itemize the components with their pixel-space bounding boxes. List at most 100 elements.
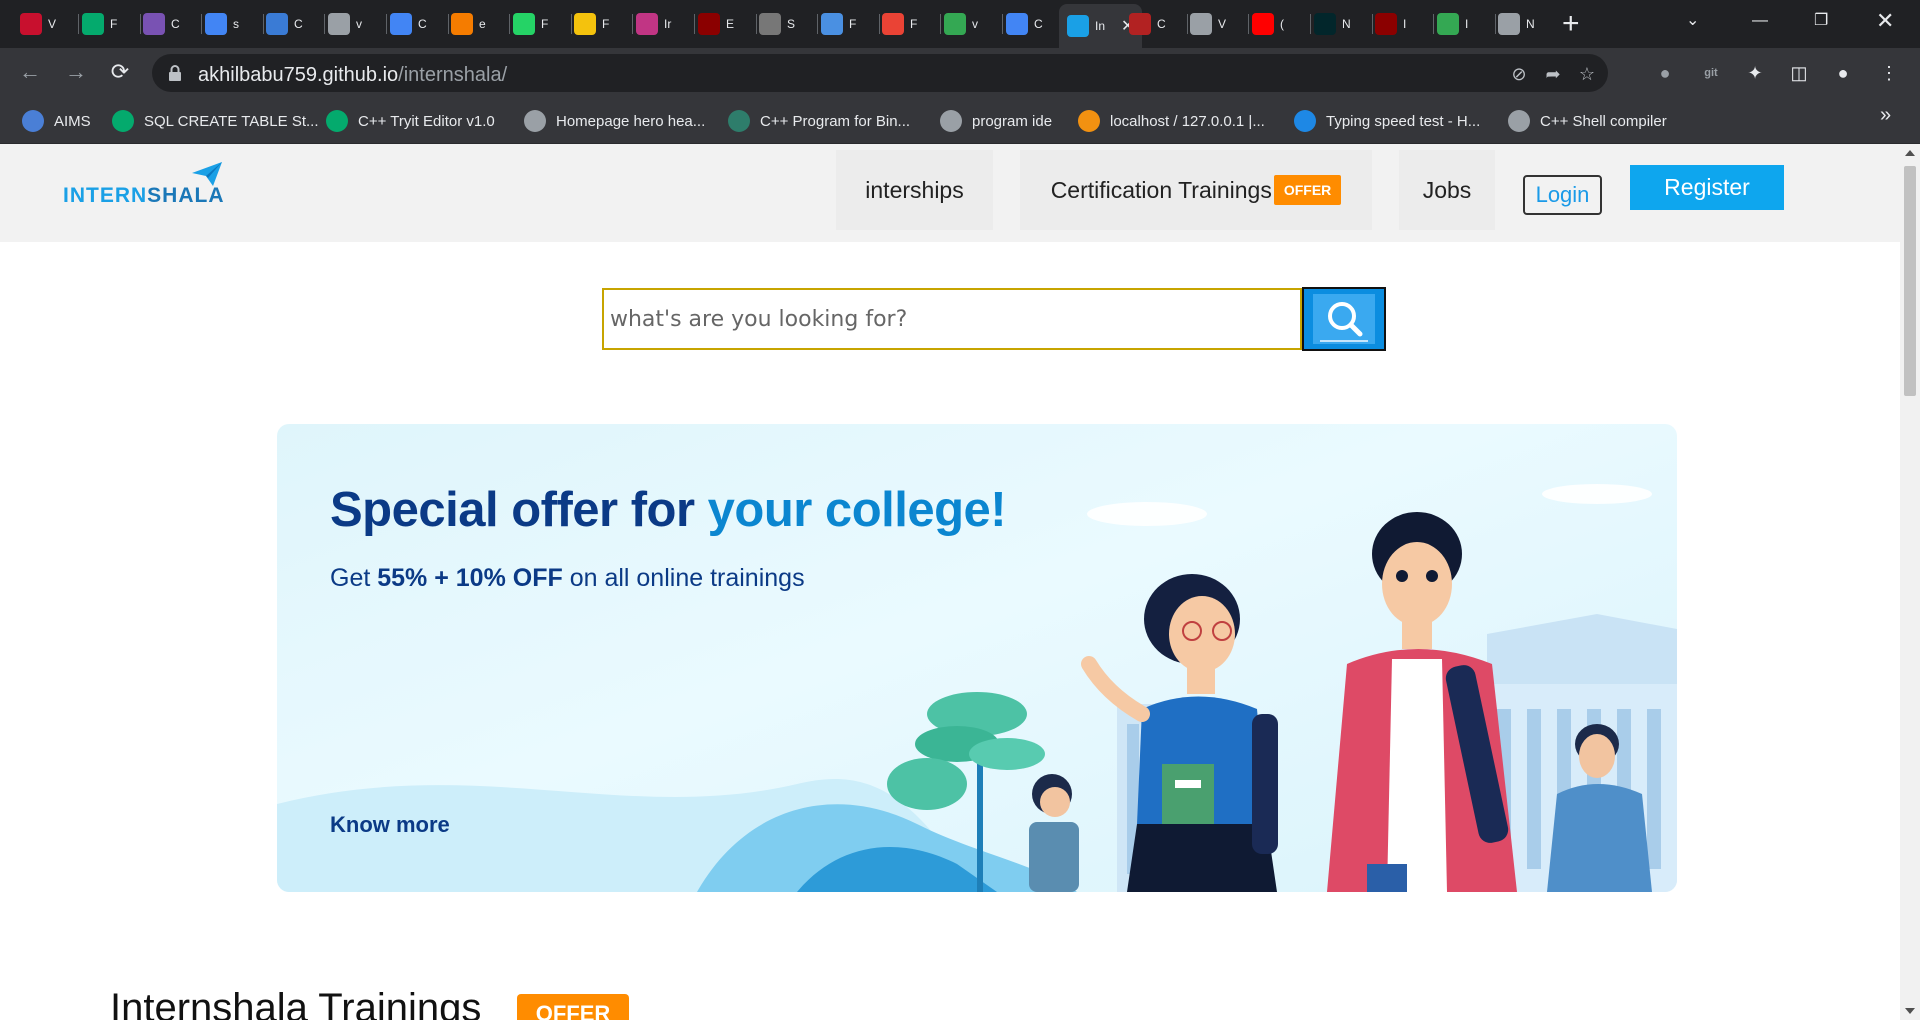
browser-tab[interactable]: F	[574, 8, 612, 40]
browser-tab[interactable]: F	[882, 8, 920, 40]
browser-tab[interactable]: C	[266, 8, 304, 40]
browser-tab[interactable]: S	[759, 8, 797, 40]
restore-window-button[interactable]: ❐	[1814, 6, 1828, 36]
browser-tab[interactable]: I	[1437, 8, 1475, 40]
google-icon	[205, 13, 227, 35]
browser-tab[interactable]: F	[821, 8, 859, 40]
globe-icon	[940, 110, 962, 132]
bookmark-item[interactable]: C++ Tryit Editor v1.0	[326, 108, 495, 134]
browser-tab[interactable]: C	[1129, 8, 1167, 40]
page-scrollbar[interactable]	[1900, 144, 1920, 1020]
browser-tab-title: Ir	[664, 17, 672, 31]
search-button[interactable]	[1302, 287, 1386, 351]
browser-tab[interactable]: N	[1314, 8, 1352, 40]
browser-tab[interactable]: F	[82, 8, 120, 40]
browser-tab-title: v	[972, 17, 978, 31]
forward-button[interactable]: →	[62, 58, 90, 86]
keyboard-icon	[1294, 110, 1316, 132]
offer-banner[interactable]: Special offer for your college! Get 55% …	[277, 424, 1677, 892]
browser-tab-title: C	[1034, 17, 1043, 31]
bookmark-item[interactable]: Homepage hero hea...	[524, 108, 705, 134]
browser-tab[interactable]: I	[1375, 8, 1413, 40]
share-icon[interactable]: ➦	[1542, 63, 1564, 85]
extension-icon[interactable]: ●	[1652, 60, 1678, 86]
browser-tab[interactable]: V	[1190, 8, 1228, 40]
bookmark-item[interactable]: Typing speed test - H...	[1294, 108, 1480, 134]
w3-icon	[82, 13, 104, 35]
address-bar[interactable]: akhilbabu759.github.io/internshala/ ⊘ ➦ …	[152, 54, 1608, 92]
bookmark-item[interactable]: localhost / 127.0.0.1 |...	[1078, 108, 1265, 134]
browser-tab[interactable]: s	[205, 8, 243, 40]
reload-button[interactable]: ⟳	[106, 58, 134, 86]
tab-separator	[1187, 14, 1188, 34]
side-panel-icon[interactable]: ◫	[1786, 60, 1812, 86]
infinity-icon	[266, 13, 288, 35]
lock-icon	[169, 65, 181, 81]
register-button[interactable]: Register	[1630, 165, 1784, 210]
puzzle-extensions-icon[interactable]: ✦	[1742, 60, 1768, 86]
login-button[interactable]: Login	[1523, 175, 1602, 215]
nav-jobs[interactable]: Jobs	[1399, 150, 1495, 230]
banner-sub-prefix: Get	[330, 564, 378, 592]
gitzip-extension-icon[interactable]: git	[1698, 60, 1724, 86]
back-button[interactable]: ←	[16, 58, 44, 86]
browser-tab[interactable]: E	[698, 8, 736, 40]
more-bookmarks-chevron-icon[interactable]: »	[1880, 104, 1891, 127]
close-window-button[interactable]: ✕	[1876, 6, 1894, 36]
scrollbar-thumb[interactable]	[1904, 166, 1916, 396]
tab-separator	[756, 14, 757, 34]
browser-tab[interactable]: v	[328, 8, 366, 40]
bookmark-item[interactable]: C++ Shell compiler	[1508, 108, 1667, 134]
eye-off-icon[interactable]: ⊘	[1508, 63, 1530, 85]
search-input[interactable]	[604, 290, 1300, 348]
browser-tab[interactable]: (	[1252, 8, 1290, 40]
url-host: akhilbabu759.github.io	[198, 64, 399, 86]
browser-tab-title: F	[110, 17, 118, 31]
browser-tab[interactable]: V	[20, 8, 58, 40]
minimize-window-button[interactable]: —	[1752, 6, 1768, 36]
url-path: /internshala/	[398, 64, 508, 86]
browser-tab[interactable]: N	[1498, 8, 1536, 40]
know-more-link[interactable]: Know more	[330, 812, 450, 838]
search-button-face	[1313, 294, 1375, 344]
browser-tab[interactable]: v	[944, 8, 982, 40]
bookmarks-bar: AIMS SQL CREATE TABLE St... C++ Tryit Edit…	[0, 98, 1920, 144]
profile-icon[interactable]: ●	[1830, 60, 1856, 86]
scroll-down-arrow-icon[interactable]	[1905, 1008, 1915, 1014]
globe-icon	[1190, 13, 1212, 35]
menu-kebab-icon[interactable]: ⋮	[1876, 60, 1902, 86]
internshala-logo[interactable]: INTERNSHALA	[63, 184, 225, 208]
tab-separator	[140, 14, 141, 34]
bookmark-item[interactable]: program ide	[940, 108, 1052, 134]
bookmark-label: Homepage hero hea...	[556, 112, 706, 130]
browser-tab[interactable]: C	[1006, 8, 1044, 40]
banner-sub-discount: 55% + 10% OFF	[377, 564, 563, 592]
tab-separator	[509, 14, 510, 34]
nav-internships[interactable]: interships	[836, 150, 993, 230]
fire-icon	[451, 13, 473, 35]
browser-tab-title: v	[356, 17, 362, 31]
tab-separator	[78, 14, 79, 34]
bookmark-item[interactable]: C++ Program for Bin...	[728, 108, 910, 134]
aims-icon	[22, 110, 44, 132]
bookmark-star-icon[interactable]: ☆	[1576, 63, 1598, 85]
new-tab-button[interactable]: +	[1562, 6, 1580, 42]
browser-tab[interactable]: C	[143, 8, 181, 40]
logo-text-shala: SHALA	[147, 184, 225, 207]
bookmark-item[interactable]: AIMS	[22, 108, 91, 134]
section-title: Internshala Trainings	[110, 986, 482, 1020]
browser-tab[interactable]: Ir	[636, 8, 674, 40]
browser-tab[interactable]: F	[513, 8, 551, 40]
bookmark-label: SQL CREATE TABLE St...	[144, 112, 319, 130]
bookmark-item[interactable]: SQL CREATE TABLE St...	[112, 108, 319, 134]
scroll-up-arrow-icon[interactable]	[1905, 150, 1915, 156]
whatsapp-icon	[513, 13, 535, 35]
browser-tab[interactable]: C	[390, 8, 428, 40]
banner-title-highlight: your college!	[707, 483, 1007, 537]
tab-search-chevron-icon[interactable]: ⌄	[1686, 6, 1699, 36]
nav-certification-trainings[interactable]: Certification Trainings OFFER	[1020, 150, 1372, 230]
browser-tab[interactable]: e	[451, 8, 489, 40]
bookmark-label: Typing speed test - H...	[1326, 112, 1481, 130]
globe-icon	[524, 110, 546, 132]
browser-toolbar: ← → ⟳ akhilbabu759.github.io/internshala…	[0, 48, 1920, 98]
